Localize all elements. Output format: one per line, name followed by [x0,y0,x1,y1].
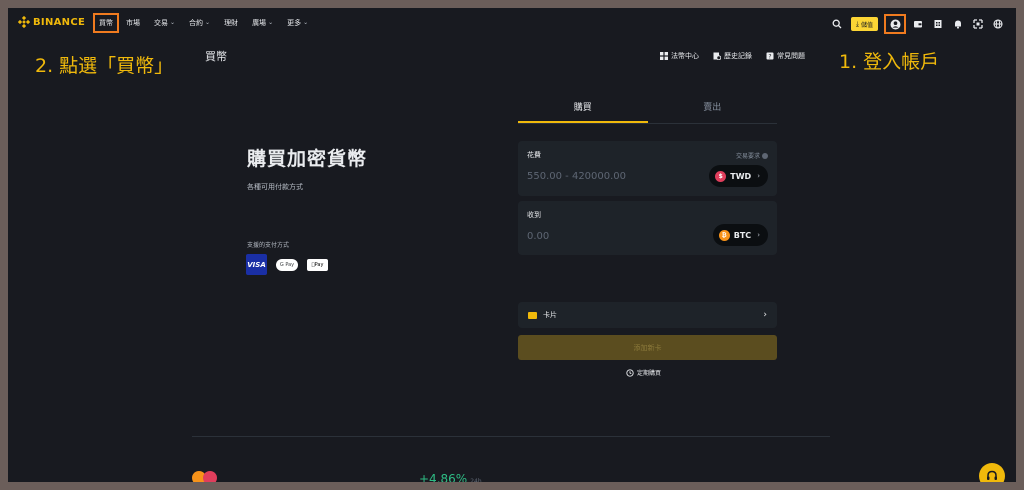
search-icon[interactable] [827,15,847,33]
globe-icon[interactable] [988,15,1008,33]
app-window: BINANCE 買幣 市場 交易 ⌄ 合約 ⌄ 理財 廣場 ⌄ 更多 ⌄ ⤓ 儲值 [8,8,1016,482]
tab-buy[interactable]: 購買 [518,100,648,123]
twd-coin-icon: $ [715,170,727,182]
chevron-down-icon: ⌄ [303,19,309,26]
subnav-faq[interactable]: ? 常見問題 [766,51,805,61]
account-icon[interactable] [884,14,906,34]
menu-label: 買幣 [99,19,113,27]
receive-currency-select[interactable]: ₿ BTC › [712,224,768,246]
sub-navigation: 法幣中心 歷史記錄 ? 常見問題 [660,51,805,61]
subnav-label: 歷史記錄 [724,52,752,60]
wallet-icon[interactable] [908,15,928,33]
hero-title: 購買加密貨幣 [247,148,368,170]
page-title: 買幣 [205,50,227,63]
annotation-step-1: 1. 登入帳戶 [839,51,940,73]
qr-download-icon[interactable] [968,15,988,33]
history-icon [713,52,721,60]
payment-methods: VISA G Pay Pay [246,254,328,275]
hero-subtitle: 各種可用付款方式 [247,183,303,191]
deposit-button[interactable]: ⤓ 儲值 [850,17,878,31]
chevron-down-icon: ⌄ [170,19,176,26]
recurring-buy-link[interactable]: 定期購買 [626,368,661,377]
trade-tabs: 購買 賣出 [518,100,777,124]
download-icon: ⤓ [855,19,859,28]
recurring-icon [626,368,634,377]
menu-item-futures[interactable]: 合約 ⌄ [182,17,217,29]
bell-icon[interactable] [948,15,968,33]
subnav-label: 常見問題 [777,52,805,60]
spend-label: 花費 [527,151,541,159]
binance-logo[interactable]: BINANCE [18,16,85,28]
twd-coin-icon [203,471,217,482]
card-icon [528,311,537,319]
chevron-down-icon: ⌄ [205,19,211,26]
coin-pair-icons [192,471,217,482]
card-label: 卡片 [543,311,557,319]
binance-logo-icon [18,16,30,28]
menu-item-buy-crypto[interactable]: 買幣 [93,13,119,33]
receive-amount-input[interactable]: 0.00 [527,231,549,242]
visa-icon: VISA [246,254,267,275]
menu-item-trade[interactable]: 交易 ⌄ [147,17,182,29]
logo-text: BINANCE [33,16,86,28]
menu-item-more[interactable]: 更多 ⌄ [280,17,315,29]
trade-requirements-label: 交易要求 [735,153,760,160]
receive-label: 收到 [527,211,541,219]
add-new-card-button[interactable]: 添加新卡 [518,335,777,360]
payment-method-card-row[interactable]: 卡片 › [518,302,777,328]
apple-pay-icon: Pay [307,258,328,271]
price-change: +4.86% 24h [419,472,482,482]
chevron-right-icon: › [757,172,760,180]
price-change-value: +4.86% [419,472,468,482]
chevron-down-icon: ⌄ [268,19,274,26]
annotation-step-2: 2. 點選「買幣」 [35,55,174,77]
btc-coin-icon: ₿ [718,229,730,241]
receive-field[interactable]: 收到 0.00 ₿ BTC › [518,201,777,255]
menu-label: 合約 [189,19,204,27]
apple-pay-label: Pay [313,261,324,268]
menu-label: 交易 [154,19,168,27]
deposit-label: 儲值 [860,21,873,29]
grid-icon [660,52,668,60]
headset-icon [987,470,997,480]
tab-sell[interactable]: 賣出 [648,100,778,123]
subnav-label: 法幣中心 [671,52,699,60]
spend-field[interactable]: 花費 交易要求 550.00 - 420000.00 $ TWD › [518,141,777,196]
spend-currency-label: TWD [730,171,752,181]
payment-methods-label: 支援的支付方式 [247,242,290,249]
subnav-history[interactable]: 歷史記錄 [713,51,752,61]
menu-item-markets[interactable]: 市場 [119,17,147,29]
nav-actions: ⤓ 儲值 [827,14,1008,34]
orders-icon[interactable] [928,15,948,33]
faq-icon: ? [766,52,774,60]
menu-label: 廣場 [252,19,267,27]
recurring-buy-label: 定期購買 [637,370,662,377]
spend-currency-select[interactable]: $ TWD › [709,165,768,187]
menu-label: 理財 [224,19,239,27]
svg-text:?: ? [768,53,771,60]
chevron-right-icon: › [757,231,760,239]
spend-amount-input[interactable]: 550.00 - 420000.00 [527,171,626,182]
top-nav: BINANCE 買幣 市場 交易 ⌄ 合約 ⌄ 理財 廣場 ⌄ 更多 ⌄ ⤓ 儲值 [8,8,1016,38]
trade-requirements[interactable]: 交易要求 [736,151,768,160]
menu-item-square[interactable]: 廣場 ⌄ [245,17,280,29]
main-menu: 買幣 市場 交易 ⌄ 合約 ⌄ 理財 廣場 ⌄ 更多 ⌄ [93,13,315,33]
subnav-fiat-center[interactable]: 法幣中心 [660,51,699,61]
google-pay-icon: G Pay [276,258,298,271]
menu-item-earn[interactable]: 理財 [217,17,245,29]
info-icon [762,152,768,159]
menu-label: 更多 [287,19,302,27]
section-divider [192,436,830,437]
price-change-period: 24h [470,478,482,482]
receive-currency-label: BTC [733,230,752,240]
menu-label: 市場 [126,19,140,27]
chevron-right-icon: › [763,310,767,320]
help-chat-button[interactable] [979,463,1005,482]
